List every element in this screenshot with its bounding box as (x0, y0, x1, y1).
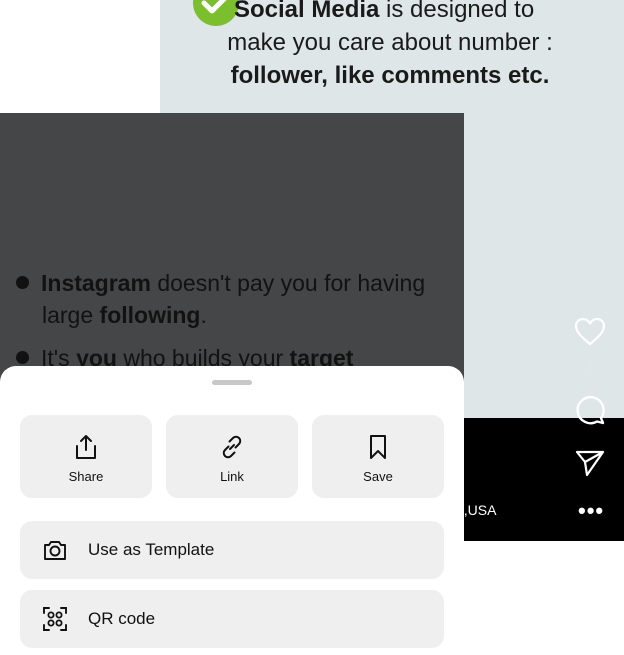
save-label: Save (363, 469, 393, 484)
bullet-item-1-cont: large following. (42, 302, 207, 328)
heart-icon[interactable] (572, 314, 608, 350)
link-icon (218, 433, 246, 461)
more-options-icon[interactable]: ••• (578, 498, 604, 524)
sheet-grabber[interactable] (212, 380, 252, 385)
post-text-line3: follower, like comments etc. (230, 62, 550, 89)
share-bottom-sheet: Share Link Save Use as Template QR code (0, 366, 464, 655)
link-label: Link (220, 469, 244, 484)
bookmark-icon (364, 433, 392, 461)
qr-code-label: QR code (88, 609, 156, 628)
like-count: 3 (586, 360, 594, 374)
bullet-item-1: Instagram doesn't pay you for having (16, 270, 425, 297)
send-icon[interactable] (572, 445, 608, 481)
qr-code-button[interactable]: QR code (20, 590, 444, 648)
save-button[interactable]: Save (312, 415, 444, 498)
comment-icon[interactable] (572, 392, 608, 428)
use-as-template-button[interactable]: Use as Template (20, 521, 444, 579)
link-button[interactable]: Link (166, 415, 298, 498)
post-text-line1: Social Media is designed to (234, 0, 535, 23)
share-icon (72, 433, 100, 461)
qr-code-icon (42, 606, 68, 632)
post-text-line2: make you care about number : (227, 29, 553, 56)
share-button[interactable]: Share (20, 415, 152, 498)
use-as-template-label: Use as Template (88, 540, 215, 559)
share-label: Share (68, 469, 104, 484)
camera-icon (42, 537, 68, 563)
